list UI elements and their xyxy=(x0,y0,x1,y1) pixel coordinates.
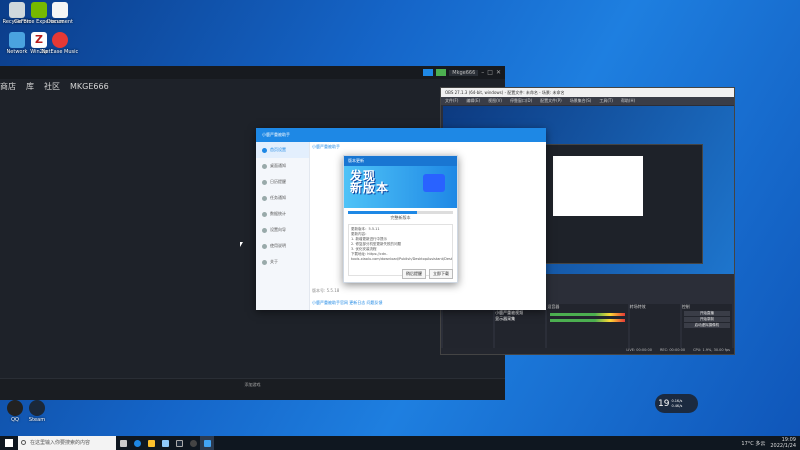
start-streaming-button[interactable]: 开始直播 xyxy=(683,311,730,316)
store-badge[interactable] xyxy=(423,69,434,76)
sidebar-item-home[interactable]: 首页设置 xyxy=(256,142,309,158)
help-icon xyxy=(262,243,267,249)
close-icon[interactable]: ✕ xyxy=(496,69,501,76)
system-tray: 17°C 多云 19:09 2022/1/24 xyxy=(741,437,800,449)
wand-icon xyxy=(262,227,267,233)
task-view-icon[interactable] xyxy=(116,436,130,450)
steam-taskbar-icon[interactable] xyxy=(172,436,186,450)
file-explorer-icon[interactable] xyxy=(144,436,158,450)
obs-statusbar: LIVE: 00:00:00 REC: 00:00:00 CPU: 1.9%, … xyxy=(441,348,734,354)
nav-community[interactable]: 社区 xyxy=(44,81,60,92)
steam-icon[interactable]: Steam xyxy=(24,400,50,423)
info-icon xyxy=(262,259,267,265)
content-title: 小鹿严重被助手 xyxy=(312,144,340,149)
start-recording-button[interactable]: 开始录制 xyxy=(683,317,730,322)
menu-docks[interactable]: 停靠窗口(D) xyxy=(510,97,532,105)
assistant-taskbar-icon[interactable] xyxy=(200,436,214,450)
weather-label[interactable]: 17°C 多云 xyxy=(741,440,765,447)
assistant-sidebar: 首页设置 桌面通知 日历提醒 任务通知 数据统计 设置向导 使用说明 关于 xyxy=(256,142,310,310)
friends-badge[interactable] xyxy=(436,69,447,76)
user-badge[interactable]: Mkge666 xyxy=(449,69,479,76)
source-item[interactable]: 显示器采集 xyxy=(495,316,545,322)
progress-fill xyxy=(348,211,418,214)
start-button[interactable] xyxy=(0,436,18,450)
sidebar-item-calendar[interactable]: 日历提醒 xyxy=(256,174,309,190)
search-icon xyxy=(21,440,26,445)
nav-username[interactable]: MKGE666 xyxy=(70,82,109,91)
sidebar-item-wizard[interactable]: 设置向导 xyxy=(256,222,309,238)
chart-icon xyxy=(262,211,267,217)
scenes-dock: 场景 xyxy=(443,304,494,348)
mixer-dock: 混音器 xyxy=(547,304,628,348)
task-icon xyxy=(262,195,267,201)
menu-help[interactable]: 帮助(H) xyxy=(621,97,635,105)
update-banner: 发现 新版本 xyxy=(344,166,457,208)
taskbar: 在这里输入你要搜索的内容 17°C 多云 19:09 2022/1/24 xyxy=(0,436,800,450)
video-icon xyxy=(423,174,445,192)
update-dialog: 版本更新 发现 新版本 完整新版本 更新版本：5.5.11 更新内容： 1. 新增… xyxy=(343,155,458,283)
window-footer: 添加游戏 xyxy=(0,378,505,400)
edge-icon[interactable] xyxy=(130,436,144,450)
bell-icon xyxy=(262,163,267,169)
sources-dock: 来源 小鹿严重被视频 显示器采集 xyxy=(495,304,546,348)
menu-edit[interactable]: 编辑(E) xyxy=(466,97,480,105)
virtual-camera-button[interactable]: 启动虚拟摄像机 xyxy=(683,323,730,328)
clock[interactable]: 19:09 2022/1/24 xyxy=(770,437,796,449)
nav-store[interactable]: 商店 xyxy=(0,81,16,92)
windows-logo-icon xyxy=(5,439,13,447)
add-game-button[interactable]: 添加游戏 xyxy=(245,382,261,387)
controls-dock: 控制 开始直播 开始录制 启动虚拟摄像机 xyxy=(681,304,732,348)
menu-profile[interactable]: 配置文件(P) xyxy=(540,97,562,105)
sidebar-item-stats[interactable]: 数据统计 xyxy=(256,206,309,222)
menu-tools[interactable]: 工具(T) xyxy=(599,97,613,105)
obs-menu: 文件(F) 编辑(E) 视图(V) 停靠窗口(D) 配置文件(P) 场景集合(S… xyxy=(441,97,734,105)
update-title: 版本更新 xyxy=(344,156,457,166)
taskbar-search[interactable]: 在这里输入你要搜索的内容 xyxy=(18,436,116,450)
store-icon[interactable] xyxy=(158,436,172,450)
menu-file[interactable]: 文件(F) xyxy=(445,97,458,105)
version-label: 版本号: 5.5.18 xyxy=(312,288,340,293)
update-progress xyxy=(348,211,453,214)
home-icon xyxy=(262,147,267,153)
maximize-icon[interactable]: □ xyxy=(487,69,493,76)
minimize-icon[interactable]: – xyxy=(481,69,484,76)
remind-later-button[interactable]: 稍后提醒 xyxy=(402,269,426,279)
document-icon[interactable]: Document xyxy=(47,2,73,25)
sidebar-item-about[interactable]: 关于 xyxy=(256,254,309,270)
mouse-cursor xyxy=(240,242,243,247)
music-icon[interactable]: NetEase Music xyxy=(42,32,78,55)
network-speed-widget[interactable]: 19 0.1K/s 0.4K/s xyxy=(655,394,698,413)
download-now-button[interactable]: 立即下载 xyxy=(429,269,453,279)
footer-links[interactable]: 小鹿严重被助手官网 更新日志 问题反馈 xyxy=(312,300,383,306)
top-nav: 商店 库 社区 MKGE666 xyxy=(0,79,505,94)
nav-library[interactable]: 库 xyxy=(26,81,34,92)
sidebar-item-tasks[interactable]: 任务通知 xyxy=(256,190,309,206)
menu-view[interactable]: 视图(V) xyxy=(488,97,502,105)
sidebar-item-help[interactable]: 使用说明 xyxy=(256,238,309,254)
obs-taskbar-icon[interactable] xyxy=(186,436,200,450)
update-status: 完整新版本 xyxy=(390,215,411,220)
window-titlebar: Mkge666 – □ ✕ xyxy=(0,66,505,79)
transitions-dock: 转场特效 xyxy=(629,304,680,348)
sidebar-item-notify[interactable]: 桌面通知 xyxy=(256,158,309,174)
assistant-title: 小鹿严重被助手 xyxy=(256,128,546,142)
calendar-icon xyxy=(262,179,267,185)
menu-scene-collection[interactable]: 场景集合(S) xyxy=(570,97,592,105)
obs-title: OBS 27.1.3 (64-bit, windows) - 配置文件: 未命名… xyxy=(441,88,734,97)
